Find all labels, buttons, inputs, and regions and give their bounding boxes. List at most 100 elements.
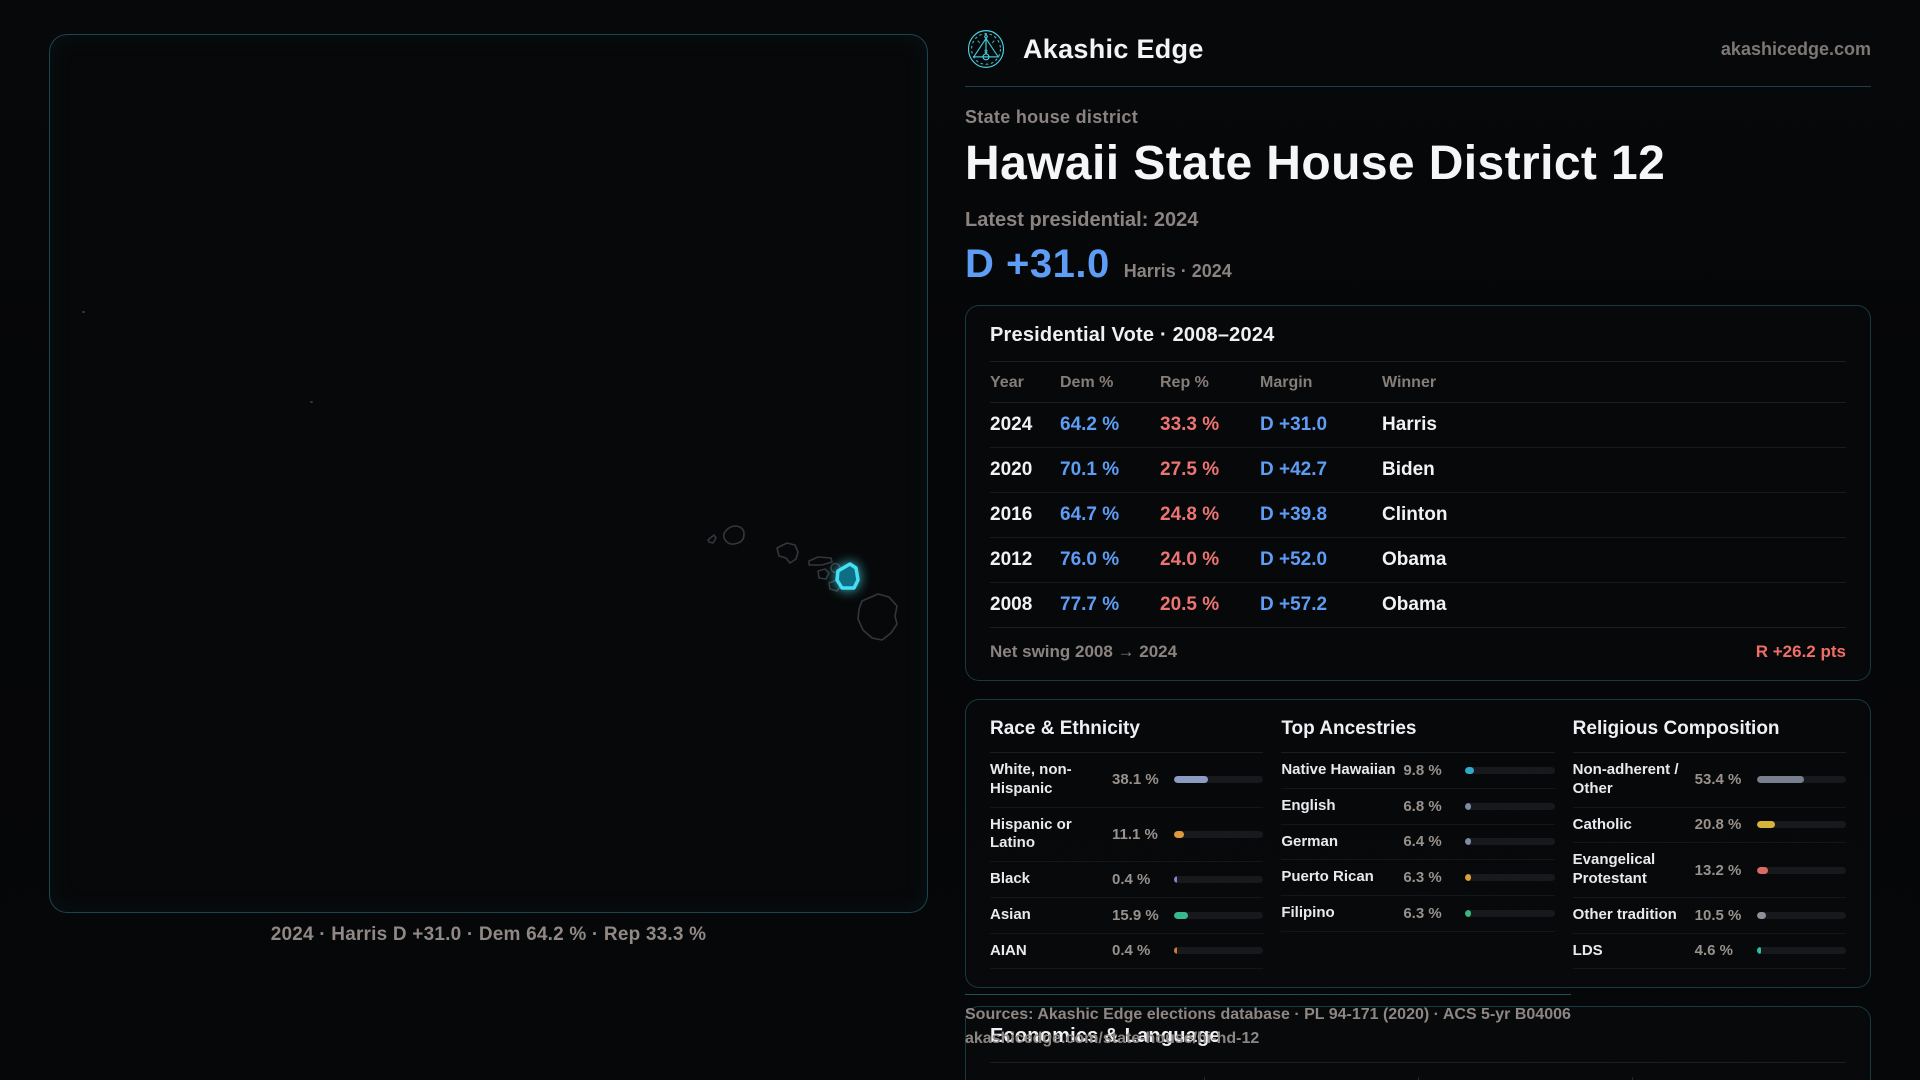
- net-swing-row: Net swing 2008 → 2024 R +26.2 pts: [990, 628, 1846, 662]
- stat-bar-fill: [1757, 947, 1761, 954]
- stat-label: Filipino: [1281, 904, 1403, 923]
- stat-bar-fill: [1174, 831, 1184, 838]
- header: Akashic Edge akashicedge.com: [965, 28, 1871, 87]
- stat-bar: [1174, 776, 1263, 783]
- demographics-card: Race & EthnicityWhite, non-Hispanic38.1 …: [965, 699, 1871, 988]
- presidential-vote-card: Presidential Vote · 2008–2024 Year Dem %…: [965, 305, 1871, 681]
- stat-label: White, non-Hispanic: [990, 761, 1112, 799]
- island-lanai: [818, 569, 829, 579]
- stat-label: AIAN: [990, 942, 1112, 961]
- panel-title: Race & Ethnicity: [990, 718, 1263, 753]
- stat-value: 6.8 %: [1403, 798, 1465, 815]
- stat-row: Black0.4 %: [990, 862, 1263, 898]
- cell-year: 2024: [990, 414, 1060, 436]
- table-row: 201664.7 %24.8 %D +39.8Clinton: [990, 493, 1846, 538]
- stat-bar-fill: [1757, 821, 1776, 828]
- cell-rep-pct: 33.3 %: [1160, 414, 1260, 436]
- stat-value: 6.3 %: [1403, 905, 1465, 922]
- stat-label: German: [1281, 833, 1403, 852]
- stat-bar: [1174, 912, 1263, 919]
- stat-label: Black: [990, 870, 1112, 889]
- stat-value: 53.4 %: [1695, 771, 1757, 788]
- stat-bar: [1465, 838, 1554, 845]
- cell-dem-pct: 64.2 %: [1060, 414, 1160, 436]
- margin-value: D +31.0: [965, 242, 1110, 287]
- island-hawaii: [858, 594, 897, 640]
- brand-name: Akashic Edge: [1023, 34, 1204, 65]
- stat-row: Other tradition10.5 %: [1573, 898, 1846, 934]
- panel-title: Religious Composition: [1573, 718, 1846, 753]
- table-row: 202070.1 %27.5 %D +42.7Biden: [990, 448, 1846, 493]
- headline-margin: D +31.0 Harris · 2024: [965, 242, 1871, 287]
- stat-row: German6.4 %: [1281, 825, 1554, 861]
- map-panel[interactable]: [49, 34, 928, 913]
- stat-bar-fill: [1465, 910, 1471, 917]
- stat-value: 0.4 %: [1112, 942, 1174, 959]
- stat-bar-fill: [1757, 867, 1769, 874]
- stat-value: 20.8 %: [1695, 816, 1757, 833]
- stat-row: White, non-Hispanic38.1 %: [990, 753, 1263, 808]
- stat-row: Evangelical Protestant13.2 %: [1573, 843, 1846, 898]
- cell-year: 2012: [990, 549, 1060, 571]
- stat-value: 10.5 %: [1695, 907, 1757, 924]
- site-link[interactable]: akashicedge.com: [1721, 39, 1871, 60]
- detail-column: Akashic Edge akashicedge.com State house…: [965, 28, 1871, 1080]
- cell-rep-pct: 20.5 %: [1160, 594, 1260, 616]
- margin-note: Harris · 2024: [1124, 261, 1232, 282]
- stat-label: LDS: [1573, 942, 1695, 961]
- cell-winner: Biden: [1382, 459, 1846, 481]
- stat-label: Puerto Rican: [1281, 868, 1403, 887]
- demographics-columns: Race & EthnicityWhite, non-Hispanic38.1 …: [990, 718, 1846, 969]
- stat-bar-fill: [1465, 838, 1471, 845]
- stat-bar-fill: [1465, 803, 1471, 810]
- cell-rep-pct: 24.8 %: [1160, 504, 1260, 526]
- stat-bar: [1757, 821, 1846, 828]
- cell-winner: Obama: [1382, 594, 1846, 616]
- cell-margin: D +52.0: [1260, 549, 1382, 571]
- stat-row: Asian15.9 %: [990, 898, 1263, 934]
- stat-row: Non-adherent / Other53.4 %: [1573, 753, 1846, 808]
- vote-table-header: Year Dem % Rep % Margin Winner: [990, 362, 1846, 403]
- stat-label: Evangelical Protestant: [1573, 851, 1695, 889]
- vote-card-title: Presidential Vote · 2008–2024: [990, 324, 1846, 347]
- latest-presidential-label: Latest presidential: 2024: [965, 209, 1871, 232]
- stat-bar-fill: [1757, 912, 1766, 919]
- cell-winner: Clinton: [1382, 504, 1846, 526]
- column-header-dem: Dem %: [1060, 374, 1160, 392]
- cell-margin: D +39.8: [1260, 504, 1382, 526]
- stat-value: 6.4 %: [1403, 833, 1465, 850]
- net-swing-value: R +26.2 pts: [1756, 642, 1846, 662]
- stat-bar: [1465, 910, 1554, 917]
- stat-value: 13.2 %: [1695, 862, 1757, 879]
- stat-value: 15.9 %: [1112, 907, 1174, 924]
- cell-year: 2020: [990, 459, 1060, 481]
- cell-winner: Harris: [1382, 414, 1846, 436]
- stat-row: Native Hawaiian9.8 %: [1281, 753, 1554, 789]
- stat-bar: [1757, 912, 1846, 919]
- panel-title: Top Ancestries: [1281, 718, 1554, 753]
- cell-year: 2016: [990, 504, 1060, 526]
- table-row: 200877.7 %20.5 %D +57.2Obama: [990, 583, 1846, 628]
- island-niihau: [708, 535, 716, 543]
- akashic-edge-logo-icon[interactable]: [965, 28, 1007, 70]
- stat-value: 11.1 %: [1112, 826, 1174, 843]
- cell-rep-pct: 24.0 %: [1160, 549, 1260, 571]
- island-oahu: [777, 543, 798, 563]
- vote-table-body: 202464.2 %33.3 %D +31.0Harris202070.1 %2…: [990, 403, 1846, 628]
- stat-bar: [1174, 831, 1263, 838]
- stat-value: 38.1 %: [1112, 771, 1174, 788]
- divider: [990, 1062, 1846, 1063]
- cell-margin: D +31.0: [1260, 414, 1382, 436]
- cell-rep-pct: 27.5 %: [1160, 459, 1260, 481]
- map-speck: [82, 311, 85, 313]
- stat-bar: [1757, 947, 1846, 954]
- stat-row: Puerto Rican6.3 %: [1281, 860, 1554, 896]
- island-molokai: [809, 557, 832, 565]
- cell-winner: Obama: [1382, 549, 1846, 571]
- stat-bar-fill: [1465, 767, 1474, 774]
- stat-bar-fill: [1757, 776, 1805, 783]
- column-header-rep: Rep %: [1160, 374, 1260, 392]
- stat-bar: [1174, 947, 1263, 954]
- stat-bar: [1465, 767, 1554, 774]
- table-row: 202464.2 %33.3 %D +31.0Harris: [990, 403, 1846, 448]
